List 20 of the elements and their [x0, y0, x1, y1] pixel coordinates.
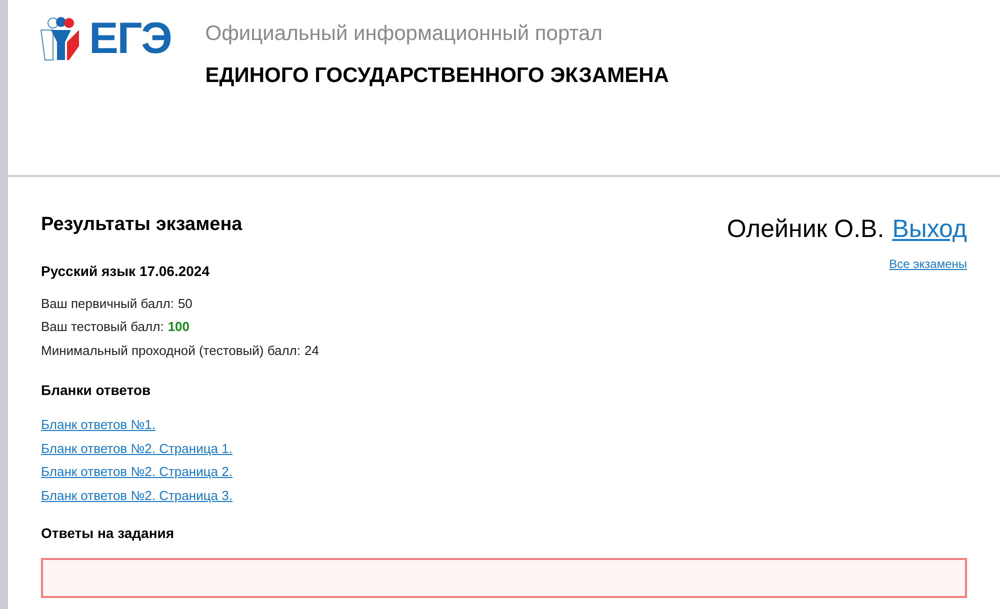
- user-name: Олейник О.В.: [726, 214, 884, 245]
- answer-form-link[interactable]: Бланк ответов №2. Страница 2.: [41, 462, 232, 482]
- logout-link[interactable]: Выход: [892, 211, 967, 248]
- score-label: Минимальный проходной (тестовый) балл:: [41, 342, 300, 360]
- score-value: 50: [178, 294, 192, 312]
- page-title: Результаты экзамена: [41, 213, 242, 237]
- exam-title: Русский язык 17.06.2024: [41, 262, 210, 281]
- answer-form-link[interactable]: Бланк ответов №2. Страница 1.: [41, 438, 232, 458]
- portal-subtitle: Официальный информационный портал: [205, 21, 604, 47]
- score-value: 100: [168, 318, 190, 336]
- answer-forms-title: Бланки ответов: [41, 381, 152, 400]
- score-value: 24: [304, 342, 319, 360]
- answers-section-title: Ответы на задания: [41, 524, 176, 543]
- answer-form-link[interactable]: Бланк ответов №2. Страница 3.: [41, 486, 232, 505]
- logo-text: ЕГЭ: [89, 17, 172, 61]
- portal-title: ЕДИНОГО ГОСУДАРСТВЕННОГО ЭКЗАМЕНА: [205, 62, 669, 88]
- score-label: Ваш первичный балл:: [41, 294, 174, 313]
- all-exams-link[interactable]: Все экзамены: [889, 254, 967, 272]
- answer-form-link[interactable]: Бланк ответов №1.: [41, 415, 156, 434]
- score-label: Ваш тестовый балл:: [41, 318, 164, 336]
